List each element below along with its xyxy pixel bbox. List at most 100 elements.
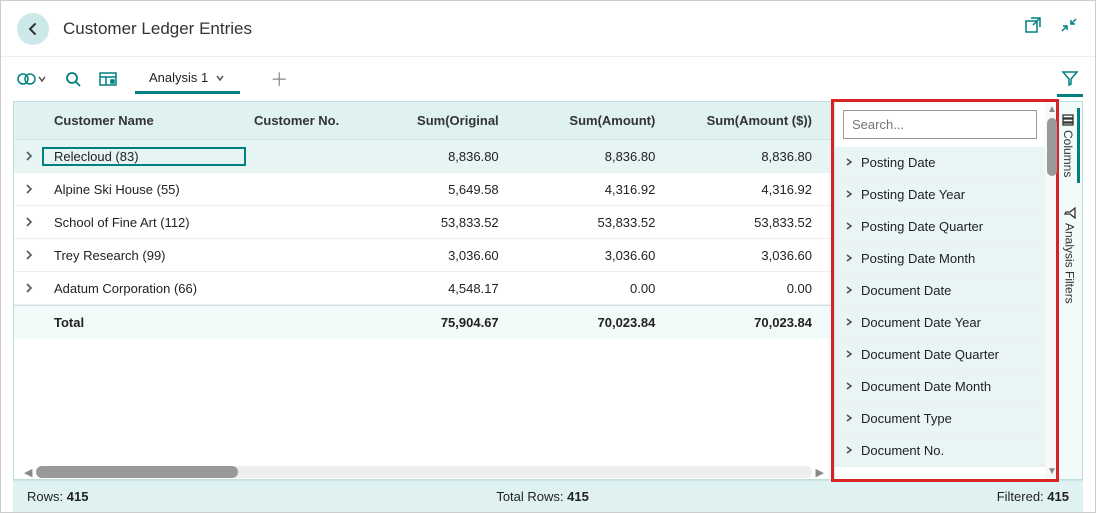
field-item[interactable]: Document Date xyxy=(835,275,1045,307)
columns-panel: Posting Date Posting Date Year Posting Dat… xyxy=(834,102,1056,479)
cell-customer-name[interactable]: School of Fine Art (112) xyxy=(44,215,244,230)
pivot-mode-icon[interactable] xyxy=(17,71,47,87)
expand-icon[interactable] xyxy=(14,151,44,161)
field-label: Document Type xyxy=(861,411,952,426)
filter-pane-toggle[interactable] xyxy=(1057,65,1083,97)
tab-columns[interactable]: Columns xyxy=(1059,108,1080,183)
field-label: Document Date Quarter xyxy=(861,347,999,362)
cell-sum-amount[interactable]: 4,316.92 xyxy=(521,182,678,197)
field-item[interactable]: Document No. xyxy=(835,435,1045,467)
col-sum-amount-usd[interactable]: Sum(Amount ($)) xyxy=(677,102,834,139)
vscroll-thumb[interactable] xyxy=(1047,118,1057,176)
cell-sum-original[interactable]: 4,548.17 xyxy=(364,281,521,296)
expand-icon[interactable] xyxy=(14,250,44,260)
analysis-toolbar: Analysis 1 ＋ xyxy=(13,57,1083,101)
tab-analysis-filters[interactable]: Analysis Filters xyxy=(1061,201,1079,310)
table-row[interactable]: Adatum Corporation (66)4,548.170.000.00 xyxy=(14,272,834,305)
analysis-tab-1[interactable]: Analysis 1 xyxy=(135,64,240,94)
field-item[interactable]: Posting Date Year xyxy=(835,179,1045,211)
side-tabs: Columns Analysis Filters xyxy=(1056,102,1082,479)
col-sum-original[interactable]: Sum(Original xyxy=(364,102,521,139)
total-amt: 70,023.84 xyxy=(521,315,678,330)
page-header: Customer Ledger Entries xyxy=(1,1,1095,57)
scroll-down-icon[interactable]: ▼ xyxy=(1047,466,1057,477)
funnel-icon xyxy=(1064,207,1076,219)
layout-icon[interactable] xyxy=(99,71,117,87)
cell-sum-amount-usd[interactable]: 8,836.80 xyxy=(677,149,834,164)
field-label: Document Date Month xyxy=(861,379,991,394)
field-item[interactable]: Posting Date Quarter xyxy=(835,211,1045,243)
add-analysis-button[interactable]: ＋ xyxy=(258,66,300,92)
tab-filters-label: Analysis Filters xyxy=(1063,223,1077,304)
field-item[interactable]: Document Type xyxy=(835,403,1045,435)
expand-icon[interactable] xyxy=(14,283,44,293)
col-customer-name[interactable]: Customer Name xyxy=(44,102,244,139)
cell-sum-amount-usd[interactable]: 4,316.92 xyxy=(677,182,834,197)
page-title: Customer Ledger Entries xyxy=(63,19,252,39)
scroll-up-icon[interactable]: ▲ xyxy=(1047,104,1057,115)
columns-icon xyxy=(1062,114,1074,126)
field-label: Posting Date xyxy=(861,155,935,170)
cell-sum-original[interactable]: 8,836.80 xyxy=(364,149,521,164)
table-row[interactable]: Relecloud (83)8,836.808,836.808,836.80 xyxy=(14,140,834,173)
cell-sum-amount[interactable]: 53,833.52 xyxy=(521,215,678,230)
vertical-scrollbar[interactable]: ▲ ▼ xyxy=(1045,102,1056,479)
total-orig: 75,904.67 xyxy=(364,315,521,330)
field-item[interactable]: Document Date Quarter xyxy=(835,339,1045,371)
cell-customer-name[interactable]: Relecloud (83) xyxy=(44,149,244,164)
horizontal-scrollbar[interactable]: ◀ ▶ xyxy=(14,465,834,479)
chevron-right-icon xyxy=(845,285,853,297)
cell-sum-amount[interactable]: 0.00 xyxy=(521,281,678,296)
cell-sum-original[interactable]: 53,833.52 xyxy=(364,215,521,230)
field-item[interactable]: Posting Date xyxy=(835,147,1045,179)
chevron-right-icon xyxy=(845,221,853,233)
table-row[interactable]: Alpine Ski House (55)5,649.584,316.924,3… xyxy=(14,173,834,206)
collapse-icon[interactable] xyxy=(1059,15,1079,35)
cell-sum-original[interactable]: 5,649.58 xyxy=(364,182,521,197)
cell-sum-original[interactable]: 3,036.60 xyxy=(364,248,521,263)
field-item[interactable]: Posting Date Month xyxy=(835,243,1045,275)
chevron-right-icon xyxy=(845,349,853,361)
back-button[interactable] xyxy=(17,13,49,45)
analysis-tab-label: Analysis 1 xyxy=(149,70,208,85)
rows-label: Rows: xyxy=(27,489,63,504)
field-label: Posting Date Quarter xyxy=(861,219,983,234)
table-row[interactable]: School of Fine Art (112)53,833.5253,833.… xyxy=(14,206,834,239)
cell-sum-amount[interactable]: 3,036.60 xyxy=(521,248,678,263)
field-search-input[interactable] xyxy=(843,110,1037,139)
chevron-right-icon xyxy=(845,253,853,265)
table-row[interactable]: Trey Research (99)3,036.603,036.603,036.… xyxy=(14,239,834,272)
total-rows-value: 415 xyxy=(567,489,589,504)
cell-sum-amount-usd[interactable]: 53,833.52 xyxy=(677,215,834,230)
field-label: Document Date Year xyxy=(861,315,981,330)
scroll-thumb[interactable] xyxy=(36,466,238,478)
cell-customer-name[interactable]: Trey Research (99) xyxy=(44,248,244,263)
filtered-value: 415 xyxy=(1047,489,1069,504)
search-icon[interactable] xyxy=(65,71,81,87)
total-rows-label: Total Rows: xyxy=(496,489,563,504)
field-label: Posting Date Month xyxy=(861,251,975,266)
funnel-icon xyxy=(1061,69,1079,87)
chevron-right-icon xyxy=(845,317,853,329)
total-row: Total 75,904.67 70,023.84 70,023.84 xyxy=(14,305,834,339)
chevron-right-icon xyxy=(845,413,853,425)
cell-sum-amount[interactable]: 8,836.80 xyxy=(521,149,678,164)
cell-customer-name[interactable]: Alpine Ski House (55) xyxy=(44,182,244,197)
field-item[interactable]: Document Date Year xyxy=(835,307,1045,339)
expand-icon[interactable] xyxy=(14,184,44,194)
col-customer-no[interactable]: Customer No. xyxy=(244,102,364,139)
cell-sum-amount-usd[interactable]: 3,036.60 xyxy=(677,248,834,263)
cell-customer-name[interactable]: Adatum Corporation (66) xyxy=(44,281,244,296)
expand-icon[interactable] xyxy=(14,217,44,227)
table-header-row: Customer Name Customer No. Sum(Original … xyxy=(14,102,834,140)
total-label: Total xyxy=(44,315,244,330)
cell-sum-amount-usd[interactable]: 0.00 xyxy=(677,281,834,296)
data-table: Customer Name Customer No. Sum(Original … xyxy=(14,102,834,479)
open-new-window-icon[interactable] xyxy=(1023,15,1043,35)
scroll-right-icon[interactable]: ▶ xyxy=(812,466,828,479)
scroll-left-icon[interactable]: ◀ xyxy=(20,466,36,479)
col-sum-amount[interactable]: Sum(Amount) xyxy=(521,102,678,139)
chevron-right-icon xyxy=(845,381,853,393)
field-item[interactable]: Document Date Month xyxy=(835,371,1045,403)
field-label: Document Date xyxy=(861,283,951,298)
